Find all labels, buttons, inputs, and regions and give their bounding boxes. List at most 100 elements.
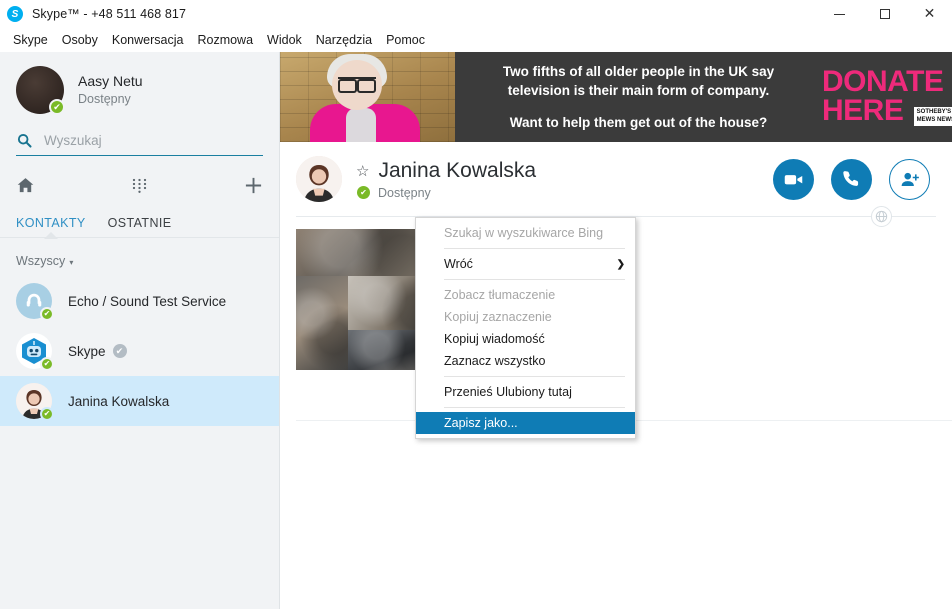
avatar: ✔: [16, 383, 54, 421]
contact-name-text: Janina Kowalska: [68, 393, 170, 409]
maximize-button[interactable]: [862, 0, 907, 28]
presence-available-icon: ✔: [40, 307, 54, 321]
sidebar: ✔ Aasy Netu Dostępny Wyszukaj KONTAKTY O…: [0, 52, 280, 609]
conversation-avatar[interactable]: [296, 156, 342, 202]
dialpad-icon[interactable]: [132, 178, 147, 193]
ad-cta[interactable]: DONATE HERE SOTHEBY'S MEWS NEWS: [822, 52, 952, 142]
minimize-icon: [834, 13, 845, 15]
presence-available-icon: ✔: [40, 407, 54, 421]
contact-name-text: Echo / Sound Test Service: [68, 293, 227, 309]
close-icon: ✕: [923, 6, 936, 22]
ad-sponsor-logo-line-1: SOTHEBY'S: [916, 109, 952, 115]
chevron-right-icon: ❯: [616, 258, 625, 270]
add-people-button[interactable]: [889, 158, 930, 200]
page-title: Janina Kowalska: [378, 158, 537, 182]
collage-photo-2[interactable]: [296, 276, 348, 370]
context-menu-item-select-all[interactable]: Zaznacz wszystko: [416, 350, 635, 372]
ad-cta-line-1: DONATE: [822, 65, 944, 99]
conversation-header: ☆ Janina Kowalska ✔ Dostępny: [280, 142, 952, 216]
ad-line-2: television is their main form of company…: [507, 82, 770, 98]
maximize-icon: [879, 9, 890, 19]
context-menu-item-save-as[interactable]: Zapisz jako...: [416, 412, 635, 434]
verified-badge-icon: ✔: [112, 344, 127, 358]
ad-line-3: Want to help them get out of the house?: [509, 115, 768, 131]
advertisement-banner[interactable]: Two fifths of all older people in the UK…: [280, 52, 952, 142]
window-title: Skype™ - +48 511 468 817: [32, 7, 187, 21]
context-menu-item-copy-message[interactable]: Kopiuj wiadomość: [416, 328, 635, 350]
search-input[interactable]: [44, 132, 234, 148]
conversation-title-block: ☆ Janina Kowalska ✔ Dostępny: [356, 159, 536, 200]
contact-name: Janina Kowalska: [68, 394, 169, 409]
ad-copy: Two fifths of all older people in the UK…: [455, 52, 822, 142]
contact-name: Skype ✔: [68, 344, 127, 359]
menu-item-osoby[interactable]: Osoby: [55, 30, 105, 50]
window-controls: ✕: [817, 0, 952, 28]
add-icon[interactable]: [244, 176, 263, 195]
search-bar[interactable]: [16, 132, 263, 156]
context-menu-separator: [444, 279, 625, 280]
video-call-button[interactable]: [773, 158, 814, 200]
home-icon[interactable]: [16, 176, 35, 195]
context-menu-separator: [444, 248, 625, 249]
context-menu-item-search-bing[interactable]: Szukaj w wyszukiwarce Bing: [416, 222, 635, 244]
profile-name: Aasy Netu: [78, 73, 143, 90]
avatar[interactable]: ✔: [16, 66, 65, 115]
ad-sponsor-logo-line-2: MEWS NEWS: [916, 116, 952, 123]
contact-list-item-echo[interactable]: ✔ Echo / Sound Test Service: [0, 276, 279, 326]
conversation-title-row: ☆ Janina Kowalska: [356, 159, 536, 183]
favorite-star-icon[interactable]: ☆: [356, 162, 369, 180]
presence-available-icon: ✔: [357, 186, 370, 199]
tab-kontakty[interactable]: KONTAKTY: [16, 216, 86, 238]
context-menu-item-back[interactable]: Wróć ❯: [416, 253, 635, 275]
menu-item-rozmowa[interactable]: Rozmowa: [190, 30, 260, 50]
main-pane: Two fifths of all older people in the UK…: [280, 52, 952, 609]
menu-item-konwersacja[interactable]: Konwersacja: [105, 30, 191, 50]
skype-logo-icon: S: [7, 6, 23, 22]
menu-item-skype[interactable]: Skype: [6, 30, 55, 50]
ad-photo-person-shirt: [346, 108, 376, 142]
contact-name-text: Skype: [68, 343, 106, 359]
tabs-divider: [0, 237, 279, 238]
audio-call-button[interactable]: [831, 158, 872, 200]
conversation-status-row: ✔ Dostępny: [357, 186, 536, 200]
menu-bar: Skype Osoby Konwersacja Rozmowa Widok Na…: [0, 28, 952, 52]
ad-sponsor-logo: SOTHEBY'S MEWS NEWS: [913, 107, 952, 126]
contact-list-item-skype[interactable]: ✔ Skype ✔: [0, 326, 279, 376]
context-menu-item-copy-selection[interactable]: Kopiuj zaznaczenie: [416, 306, 635, 328]
tab-ostatnie[interactable]: OSTATNIE: [108, 216, 172, 238]
contact-name: Echo / Sound Test Service: [68, 294, 226, 309]
chevron-down-icon: ▾: [69, 258, 74, 267]
avatar: ✔: [16, 283, 54, 321]
presence-available-icon: ✔: [40, 357, 54, 371]
ad-photo: [280, 52, 455, 142]
context-menu-item-move-favorite-here[interactable]: Przenieś Ulubiony tutaj: [416, 381, 635, 403]
contact-group-filter[interactable]: Wszyscy ▾: [0, 238, 279, 276]
contact-list-item-janina-kowalska[interactable]: ✔ Janina Kowalska: [0, 376, 279, 426]
menu-item-pomoc[interactable]: Pomoc: [379, 30, 432, 50]
menu-item-narzedzia[interactable]: Narzędzia: [309, 30, 379, 50]
skype-window: S Skype™ - +48 511 468 817 ✕ Skype Osoby…: [0, 0, 952, 609]
presence-available-icon: ✔: [49, 99, 65, 115]
user-profile[interactable]: ✔ Aasy Netu Dostępny: [0, 52, 279, 115]
context-menu: Szukaj w wyszukiwarce Bing Wróć ❯ Zobacz…: [415, 217, 636, 439]
context-menu-item-view-translation[interactable]: Zobacz tłumaczenie: [416, 284, 635, 306]
status-badge: Dostępny: [378, 185, 431, 200]
title-bar: S Skype™ - +48 511 468 817 ✕: [0, 0, 952, 28]
sidebar-nav-icons: [16, 170, 263, 200]
minimize-button[interactable]: [817, 0, 862, 28]
sidebar-tabs: KONTAKTY OSTATNIE: [0, 200, 279, 238]
collage-column-left: [296, 276, 348, 370]
ad-line-1: Two fifths of all older people in the UK…: [502, 63, 775, 79]
conversation-actions: [773, 158, 930, 200]
context-menu-item-back-label: Wróć: [444, 257, 473, 271]
contact-group-label: Wszyscy: [16, 254, 66, 268]
menu-item-widok[interactable]: Widok: [260, 30, 309, 50]
ad-photo-person-glasses: [338, 77, 376, 93]
message-area: Szukaj w wyszukiwarce Bing Wróć ❯ Zobacz…: [280, 217, 952, 535]
close-button[interactable]: ✕: [907, 0, 952, 28]
context-menu-separator: [444, 376, 625, 377]
profile-text: Aasy Netu Dostępny: [78, 72, 143, 108]
avatar: ✔: [16, 333, 54, 371]
search-icon: [16, 132, 32, 148]
profile-status: Dostępny: [78, 92, 131, 106]
